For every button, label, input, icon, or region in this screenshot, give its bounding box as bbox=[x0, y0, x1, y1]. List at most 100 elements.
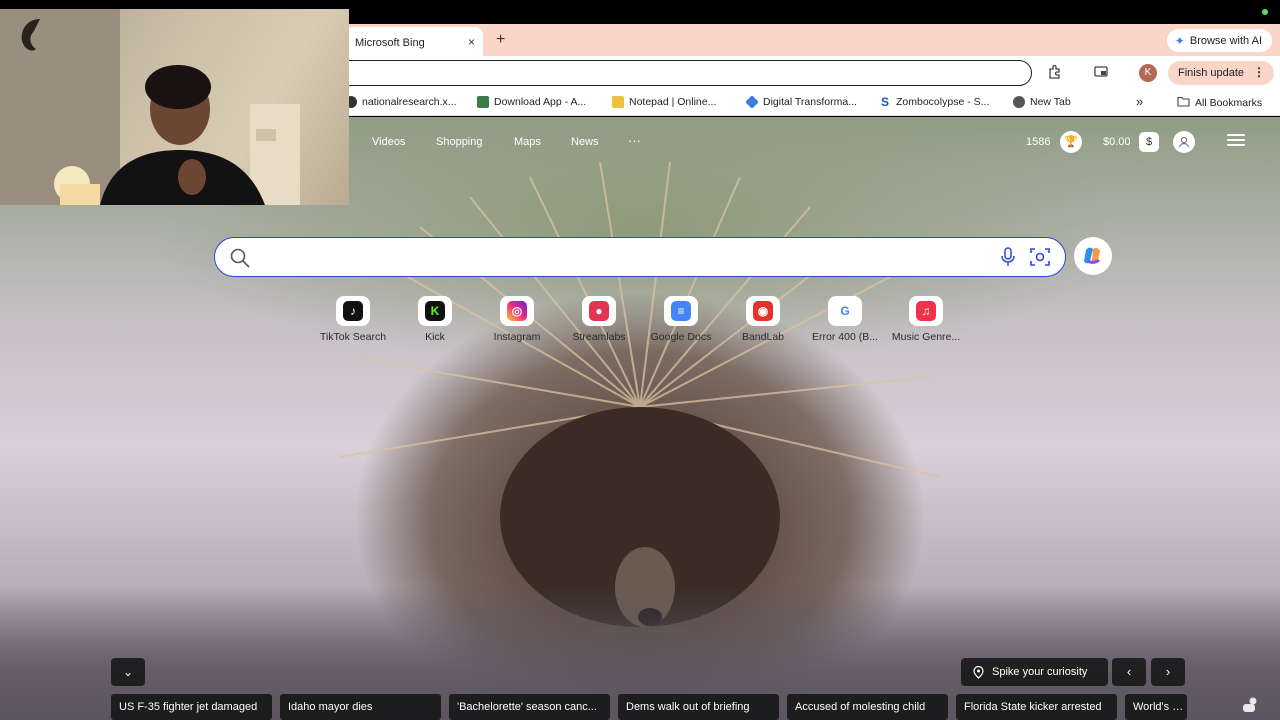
ql-tile: ♫ bbox=[909, 296, 943, 326]
search-input[interactable] bbox=[214, 237, 1066, 277]
headline-item[interactable]: Accused of molesting child bbox=[787, 694, 948, 720]
finish-update-label: Finish update bbox=[1178, 67, 1245, 79]
location-pin-icon bbox=[973, 665, 984, 679]
new-tab-button[interactable]: + bbox=[496, 31, 505, 49]
chevron-right-icon: › bbox=[1165, 664, 1171, 679]
bookmark-item[interactable]: nationalresearch.x... bbox=[345, 96, 457, 108]
hamburger-menu-icon[interactable] bbox=[1227, 134, 1245, 148]
cast-icon[interactable] bbox=[1092, 64, 1110, 82]
news-headlines-strip: US F-35 fighter jet damaged Idaho mayor … bbox=[111, 694, 1187, 720]
kick-icon: K bbox=[425, 301, 445, 321]
account-avatar-icon[interactable] bbox=[1173, 131, 1195, 153]
microphone-icon[interactable] bbox=[999, 247, 1017, 267]
more-bookmarks-icon[interactable]: » bbox=[1136, 94, 1143, 109]
quick-link-instagram[interactable]: ◎ Instagram bbox=[475, 296, 559, 343]
quick-link-streamlabs[interactable]: ● Streamlabs bbox=[557, 296, 641, 343]
quick-link-label: Kick bbox=[425, 331, 445, 343]
nav-videos[interactable]: Videos bbox=[372, 136, 405, 148]
ql-tile: K bbox=[418, 296, 452, 326]
spike-curiosity-button[interactable]: Spike your curiosity bbox=[961, 658, 1108, 686]
status-dot bbox=[1262, 9, 1268, 15]
all-bookmarks-label: All Bookmarks bbox=[1195, 97, 1263, 109]
bandlab-icon: ◉ bbox=[753, 301, 773, 321]
bookmark-label: Download App - A... bbox=[494, 96, 587, 108]
rewards-trophy-icon[interactable]: 🏆 bbox=[1060, 131, 1082, 153]
extensions-icon[interactable] bbox=[1046, 64, 1064, 82]
quick-link-label: Instagram bbox=[493, 331, 541, 343]
all-bookmarks-button[interactable]: All Bookmarks bbox=[1177, 96, 1262, 110]
headline-item[interactable]: Dems walk out of briefing bbox=[618, 694, 779, 720]
headline-item[interactable]: Florida State kicker arrested bbox=[956, 694, 1117, 720]
quick-link-kick[interactable]: K Kick bbox=[393, 296, 477, 343]
address-bar[interactable] bbox=[330, 60, 1032, 86]
collapse-feed-button[interactable]: ⌄ bbox=[111, 658, 145, 686]
headline-item[interactable]: US F-35 fighter jet damaged bbox=[111, 694, 272, 720]
browse-with-ai-button[interactable]: ✦ Browse with AI bbox=[1166, 29, 1272, 52]
google-icon: G bbox=[835, 301, 855, 321]
nav-maps[interactable]: Maps bbox=[514, 136, 541, 148]
bookmark-item[interactable]: New Tab bbox=[1013, 96, 1071, 108]
notepad-icon bbox=[612, 96, 624, 108]
quick-link-label: Music Genre... bbox=[891, 331, 961, 343]
docs-icon: ≡ bbox=[671, 301, 691, 321]
dollar-icon[interactable]: $ bbox=[1139, 132, 1159, 152]
quick-link-music[interactable]: ♫ Music Genre... bbox=[884, 296, 968, 343]
next-image-button[interactable]: › bbox=[1151, 658, 1185, 686]
ql-tile: ◉ bbox=[746, 296, 780, 326]
chrome-icon bbox=[1013, 96, 1025, 108]
bookmark-item[interactable]: Download App - A... bbox=[477, 96, 586, 108]
bookmark-label: Notepad | Online... bbox=[629, 96, 717, 108]
quick-link-google[interactable]: G Error 400 (B... bbox=[803, 296, 887, 343]
headline-item[interactable]: World's hap bbox=[1125, 694, 1187, 720]
bookmark-item[interactable]: Digital Transforma... bbox=[745, 95, 857, 109]
visual-search-icon[interactable] bbox=[1029, 246, 1051, 268]
quick-link-label: TikTok Search bbox=[319, 331, 387, 343]
sparkle-icon: ✦ bbox=[1174, 33, 1185, 48]
bookmark-label: Digital Transforma... bbox=[763, 96, 857, 108]
balance-amount[interactable]: $0.00 bbox=[1103, 136, 1131, 148]
profile-avatar[interactable]: K bbox=[1139, 64, 1157, 82]
previous-image-button[interactable]: ‹ bbox=[1112, 658, 1146, 686]
copilot-icon bbox=[1084, 247, 1101, 264]
folder-icon bbox=[1177, 96, 1190, 110]
tab-close-icon[interactable]: × bbox=[468, 35, 475, 49]
bing-background-image bbox=[0, 117, 1280, 720]
bookmark-item[interactable]: Notepad | Online... bbox=[612, 96, 716, 108]
quick-link-label: BandLab bbox=[741, 331, 785, 343]
browse-ai-label: Browse with AI bbox=[1189, 34, 1262, 47]
headline-item[interactable]: Idaho mayor dies bbox=[280, 694, 441, 720]
quick-link-bandlab[interactable]: ◉ BandLab bbox=[721, 296, 805, 343]
streamlabs-icon: ● bbox=[589, 301, 609, 321]
nav-shopping[interactable]: Shopping bbox=[436, 136, 483, 148]
webcam-person-image bbox=[0, 9, 300, 205]
quick-link-label: Google Docs bbox=[650, 331, 712, 343]
ql-tile: ◎ bbox=[500, 296, 534, 326]
finish-update-button[interactable]: Finish update ⋮ bbox=[1168, 61, 1274, 85]
quick-link-tiktok[interactable]: ♪ TikTok Search bbox=[311, 296, 395, 343]
bookmark-label: Zombocolypse - S... bbox=[896, 96, 990, 108]
bookmark-item[interactable]: S Zombocolypse - S... bbox=[879, 96, 989, 108]
quick-link-label: Error 400 (B... bbox=[812, 331, 878, 343]
bookmark-label: New Tab bbox=[1030, 96, 1071, 108]
rewards-points[interactable]: 1586 bbox=[1026, 136, 1050, 148]
nav-more-icon[interactable]: ··· bbox=[628, 133, 641, 148]
copilot-button[interactable] bbox=[1074, 237, 1112, 275]
instagram-icon: ◎ bbox=[507, 301, 527, 321]
ql-tile: ● bbox=[582, 296, 616, 326]
bookmark-label: nationalresearch.x... bbox=[362, 96, 457, 108]
search-icon bbox=[230, 248, 250, 268]
headline-item[interactable]: 'Bachelorette' season canc... bbox=[449, 694, 610, 720]
webcam-overlay bbox=[0, 9, 349, 205]
feedback-icon[interactable] bbox=[1241, 696, 1261, 714]
quick-link-label: Streamlabs bbox=[572, 331, 626, 343]
chevron-left-icon: ‹ bbox=[1126, 664, 1132, 679]
diamond-icon bbox=[745, 95, 759, 109]
ql-tile: G bbox=[828, 296, 862, 326]
app-icon bbox=[477, 96, 489, 108]
s-logo-icon: S bbox=[880, 95, 889, 109]
quick-link-google-docs[interactable]: ≡ Google Docs bbox=[639, 296, 723, 343]
tiktok-icon: ♪ bbox=[343, 301, 363, 321]
tab-microsoft-bing[interactable]: Microsoft Bing × bbox=[345, 27, 483, 56]
nav-news[interactable]: News bbox=[571, 136, 599, 148]
more-menu-icon[interactable]: ⋮ bbox=[1253, 65, 1265, 79]
